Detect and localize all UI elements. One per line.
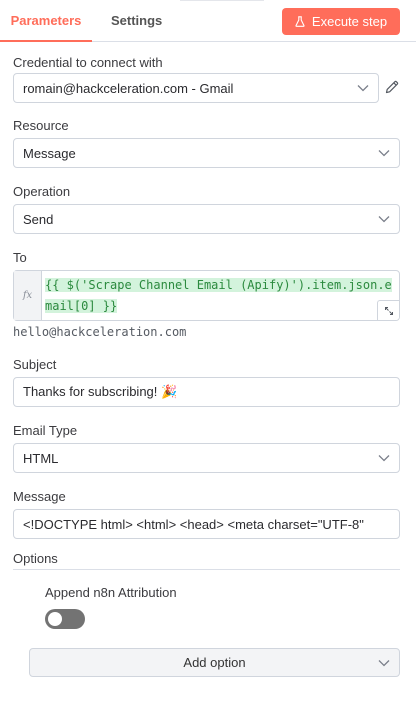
message-value: <!DOCTYPE html> <html> <head> <meta char… [23,516,364,532]
resource-select[interactable]: Message [13,138,400,168]
execute-step-label: Execute step [311,14,388,29]
options-divider [13,569,400,570]
to-expression-value[interactable]: {{ $('Scrape Channel Email (Apify)').ite… [45,278,392,313]
message-input[interactable]: <!DOCTYPE html> <html> <head> <meta char… [13,509,400,539]
tab-bar: Parameters Settings Execute step [0,0,416,42]
tab-settings[interactable]: Settings [111,0,162,42]
add-option-button[interactable]: Add option [29,648,400,677]
chevron-down-icon [357,85,369,92]
fx-icon: fx [14,271,42,320]
email-type-value: HTML [23,450,59,466]
email-type-label: Email Type [13,423,78,438]
flask-icon [295,16,305,27]
to-label: To [13,250,27,265]
execute-step-button[interactable]: Execute step [282,8,400,35]
chevron-down-icon [378,216,390,223]
append-attribution-label: Append n8n Attribution [45,585,177,600]
chevron-down-icon [378,455,390,462]
chevron-down-icon [378,150,390,157]
add-option-label: Add option [183,655,246,670]
message-label: Message [13,489,66,504]
resource-label: Resource [13,118,69,133]
expand-icon[interactable] [377,300,399,320]
chevron-down-icon [378,660,390,667]
tab-parameters[interactable]: Parameters [0,0,92,42]
operation-label: Operation [13,184,71,199]
options-title: Options [13,551,58,566]
operation-select[interactable]: Send [13,204,400,234]
tab-divider [180,0,264,4]
credential-label: Credential to connect with [13,55,163,70]
subject-label: Subject [13,357,57,372]
email-type-select[interactable]: HTML [13,443,400,473]
subject-value: Thanks for subscribing! 🎉 [23,384,178,399]
to-expression-preview: hello@hackceleration.com [13,325,187,339]
append-attribution-toggle[interactable] [45,609,85,629]
toggle-knob [48,612,62,626]
credential-select[interactable]: romain@hackceleration.com - Gmail [13,73,379,103]
subject-input[interactable]: Thanks for subscribing! 🎉 [13,377,400,407]
operation-value: Send [23,211,54,227]
to-expression-field[interactable]: fx {{ $('Scrape Channel Email (Apify)').… [13,270,400,321]
resource-value: Message [23,145,76,161]
pencil-icon[interactable] [384,79,400,95]
credential-value: romain@hackceleration.com - Gmail [23,80,234,96]
